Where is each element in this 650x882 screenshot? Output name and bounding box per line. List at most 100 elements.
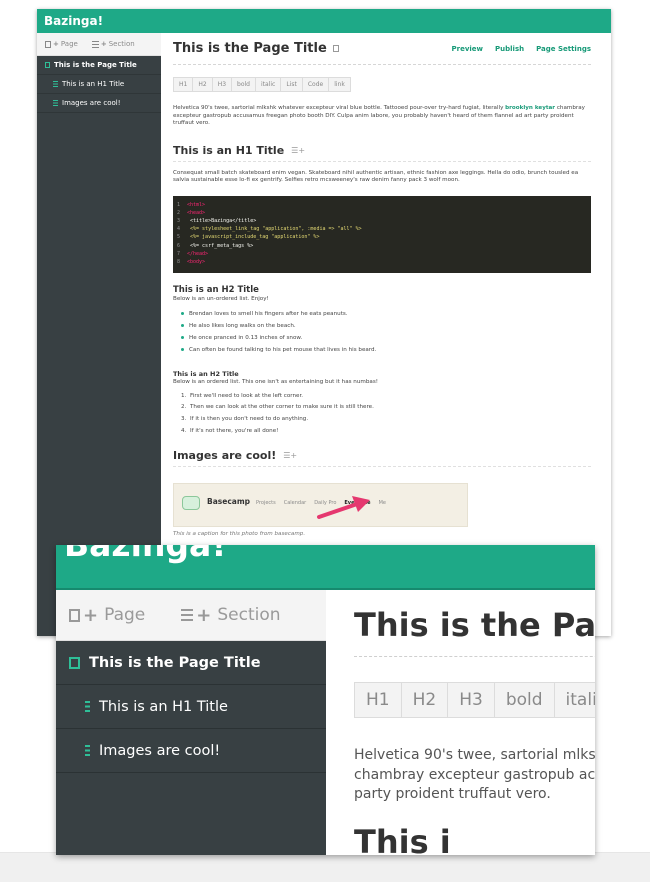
format-code-button[interactable]: Code: [303, 78, 330, 91]
section-icon: [85, 701, 90, 712]
list-item: Can often be found talking to his pet mo…: [181, 344, 591, 356]
add-section-label: Section: [108, 40, 135, 48]
format-toolbar: H1 H2 H3 bold italic List Code link: [173, 77, 351, 92]
list-item-text: Brendan loves to smell his fingers after…: [189, 310, 348, 317]
page-settings-button[interactable]: Page Settings: [536, 45, 591, 53]
list-item-text: He also likes long walks on the beach.: [189, 322, 296, 329]
format-h2-button[interactable]: H2: [193, 78, 213, 91]
zoomed-sidebar-toolbar: + Page + Section: [56, 590, 326, 641]
embedded-image: Basecamp Projects Calendar Daily Pro Eve…: [173, 483, 468, 528]
code-text: </head>: [187, 250, 209, 257]
line-number: 1: [177, 201, 181, 208]
add-page-button[interactable]: + Page: [69, 605, 145, 626]
code-line: 8 <body>: [177, 258, 587, 266]
list-item: 3. If it is then you don't need to do any…: [181, 415, 309, 422]
page-icon: [45, 62, 50, 68]
format-h2-button[interactable]: H2: [402, 683, 449, 717]
intro-line: party proident truffaut vero.: [354, 786, 551, 802]
page-title[interactable]: This is the Page Title: [354, 606, 595, 648]
page-actions: Preview Publish Page Settings: [440, 45, 592, 53]
format-list-button[interactable]: List: [281, 78, 303, 91]
code-line: 3 <title>Bazinga</title>: [177, 217, 587, 225]
format-h3-button[interactable]: H3: [448, 683, 495, 717]
sidebar-item-h1-title[interactable]: This is an H1 Title: [56, 685, 326, 729]
format-toolbar: H1 H2 H3 bold italic: [354, 682, 595, 718]
app-window: Bazinga! + Page + Section This is the Pa…: [37, 9, 611, 636]
code-text: <%= stylesheet_link_tag "application", :…: [187, 226, 362, 233]
line-number: 7: [177, 250, 181, 257]
code-text: <title>Bazinga</title>: [187, 217, 257, 224]
plus-icon: +: [100, 40, 107, 48]
code-line: 6 <%= csrf_meta_tags %>: [177, 242, 587, 250]
code-text: <body>: [187, 258, 206, 265]
page-title-text: This is the Page Title: [173, 41, 327, 56]
intro-link[interactable]: brooklyn keytar: [505, 105, 555, 111]
h2-heading: This is an H2 Title: [173, 284, 259, 295]
code-text: <%= csrf_meta_tags %>: [187, 242, 254, 249]
title-divider: [354, 656, 595, 657]
h2-heading-small: This is an H2 Title: [173, 369, 239, 378]
publish-button[interactable]: Publish: [495, 45, 524, 53]
pink-arrow-icon: [317, 496, 370, 520]
add-page-label: Page: [60, 40, 78, 48]
list-item: He also likes long walks on the beach.: [181, 320, 591, 332]
page-title[interactable]: This is the Page Title: [173, 41, 339, 56]
sidebar-item-images[interactable]: Images are cool!: [56, 729, 326, 773]
bullet-icon: [181, 348, 184, 351]
code-line: 7 </head>: [177, 250, 587, 258]
page-icon: [69, 656, 80, 669]
format-italic-button[interactable]: italic: [555, 683, 595, 717]
add-page-label: Page: [104, 605, 146, 625]
add-section-button[interactable]: + Section: [181, 605, 281, 626]
format-bold-button[interactable]: bold: [232, 78, 256, 91]
sidebar-item-label: This is the Page Title: [89, 654, 261, 671]
add-section-icon[interactable]: ☰+: [291, 146, 305, 155]
sidebar-item-images[interactable]: Images are cool!: [37, 94, 161, 113]
list-item-text: If it is then you don't need to do anyth…: [190, 415, 309, 422]
bullet-icon: [181, 324, 184, 327]
section-icon: [53, 81, 58, 87]
line-number: 8: [177, 258, 181, 265]
add-page-button[interactable]: + Page: [45, 40, 78, 48]
page-icon: [332, 45, 339, 52]
intro-paragraph: Helvetica 90's twee, sartorial mlkshk wh…: [173, 105, 591, 128]
add-section-icon[interactable]: ☰+: [283, 451, 297, 460]
ordered-list-intro: Below is an ordered list. This one isn't…: [173, 378, 378, 385]
image-caption: This is a caption for this photo from ba…: [173, 531, 306, 538]
code-text: <html>: [187, 201, 206, 208]
sidebar-item-label: This is an H1 Title: [62, 80, 125, 88]
code-text: <%= javascript_include_tag "application"…: [187, 234, 320, 241]
zoomed-editor: This is the Page Title H1 H2 H3 bold ita…: [354, 590, 595, 855]
list-item-text: If it's not there, you're all done!: [190, 427, 279, 434]
images-heading: Images are cool!: [173, 449, 277, 463]
list-item-text: Can often be found talking to his pet mo…: [189, 346, 377, 353]
format-link-button[interactable]: link: [329, 78, 350, 91]
format-h3-button[interactable]: H3: [213, 78, 233, 91]
zoomed-app-title: Bazinga!: [64, 545, 226, 564]
code-line: 2 <head>: [177, 209, 587, 217]
list-intro: Below is an un-ordered list. Enjoy!: [173, 295, 269, 302]
format-italic-button[interactable]: italic: [256, 78, 282, 91]
page-header: This is the Page Title Preview Publish P…: [173, 33, 591, 65]
bullet-icon: [181, 336, 184, 339]
section-h1: This is an H1 Title ☰+: [173, 144, 591, 162]
intro-line: chambray excepteur gastropub accu: [354, 766, 595, 783]
sidebar-item-h1-title[interactable]: This is an H1 Title: [37, 75, 161, 94]
list-item: 1. First we'll need to look at the left c…: [181, 392, 304, 399]
section-images: Images are cool! ☰+: [173, 449, 591, 468]
format-bold-button[interactable]: bold: [495, 683, 555, 717]
list-item-text: First we'll need to look at the left cor…: [190, 392, 304, 399]
format-h1-button[interactable]: H1: [174, 78, 194, 91]
format-h1-button[interactable]: H1: [355, 683, 402, 717]
intro-text: Helvetica 90's twee, sartorial mlkshk wh…: [173, 105, 506, 111]
line-number: 4: [177, 226, 181, 233]
section-icon: [91, 40, 99, 48]
background-floor: [0, 852, 650, 882]
unordered-list: Brendan loves to smell his fingers after…: [173, 308, 591, 356]
sidebar-item-page-title[interactable]: This is the Page Title: [56, 641, 326, 685]
line-number: 2: [177, 209, 181, 216]
section-icon: [85, 745, 90, 756]
preview-button[interactable]: Preview: [452, 45, 484, 53]
add-section-button[interactable]: + Section: [91, 40, 135, 48]
sidebar-item-page-title[interactable]: This is the Page Title: [37, 56, 161, 75]
